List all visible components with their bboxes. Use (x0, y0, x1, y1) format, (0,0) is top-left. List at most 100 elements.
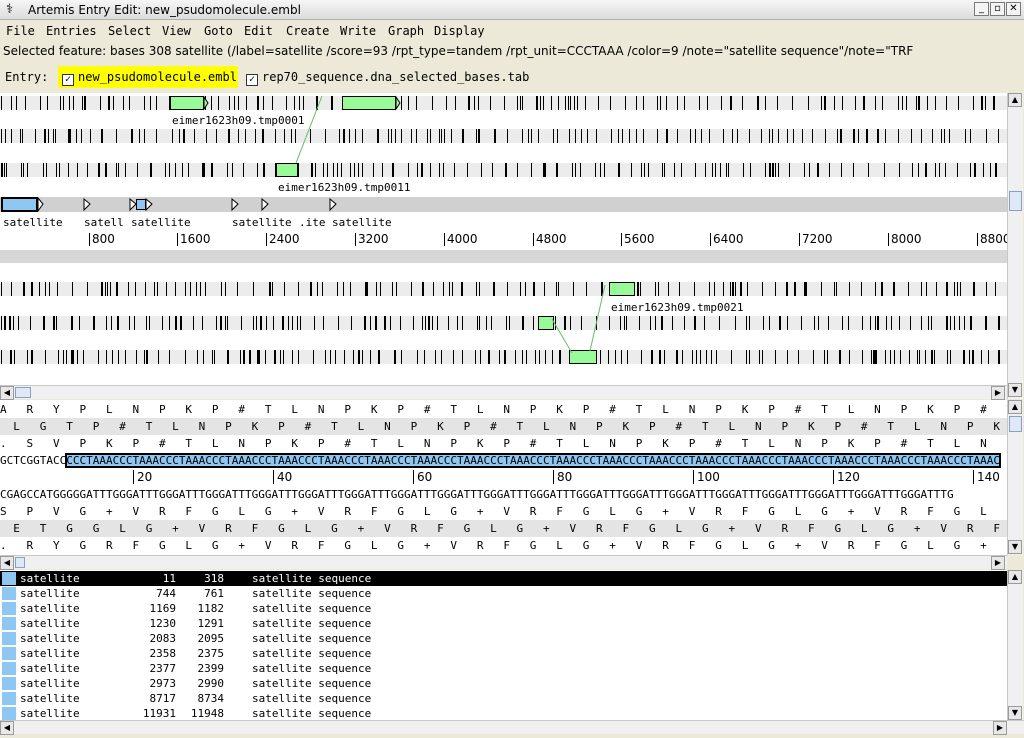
forward-dna-strand[interactable]: GCTCGGTACCCCCTAAACCCTAAACCCTAAACCCTAAACC… (0, 452, 1007, 469)
feature-overview-panel[interactable]: eimer1623h09.tmp0001 eimer1623h09.tmp001… (0, 93, 1007, 385)
entry-new-psudomolecule[interactable]: ✓ new_psudomolecule.embl (58, 66, 238, 88)
feature-label: eimer1623h09.tmp0001 (172, 114, 305, 127)
feature-start: 11 (162, 572, 176, 585)
menu-display[interactable]: Display (434, 23, 485, 39)
satellite-label: satellite (131, 216, 191, 229)
feature-start: 11931 (142, 707, 176, 720)
feature-list-vertical-scrollbar[interactable]: ▲ ▼ (1007, 570, 1023, 720)
scroll-up-icon[interactable]: ▲ (1008, 570, 1022, 584)
checkbox-checked-icon[interactable]: ✓ (246, 74, 258, 86)
feature-key: satellite (20, 707, 80, 720)
overview-horizontal-scrollbar[interactable]: ◀ ▶ (0, 385, 1007, 400)
entry-rep70-sequence[interactable]: ✓ rep70_sequence.dna_selected_bases.tab (242, 66, 532, 88)
feature-start: 1230 (149, 617, 177, 630)
dna-selected-region[interactable]: CCCTAAACCCTAAACCCTAAACCCTAAACCCTAAACCCTA… (65, 453, 1002, 468)
feature-list-row[interactable]: satellite 2358 2375 satellite sequence (0, 646, 1007, 661)
overview-vertical-scrollbar[interactable]: ▲ ▼ (1007, 93, 1023, 399)
feature-color-swatch (2, 617, 16, 630)
menu-write[interactable]: Write (340, 23, 376, 39)
feature-end: 318 (204, 572, 224, 585)
menu-graph[interactable]: Graph (388, 23, 424, 39)
feature-list-row[interactable]: satellite 11 318 satellite sequence (0, 571, 1007, 586)
entry-name: rep70_sequence.dna_selected_bases.tab (262, 70, 530, 84)
menu-file[interactable]: File (6, 23, 35, 39)
ruler-tick: 7200 (799, 233, 833, 246)
feature-list-row[interactable]: satellite 2083 2095 satellite sequence (0, 631, 1007, 646)
base-view-horizontal-scrollbar[interactable]: ◀ ▶ (0, 555, 1007, 570)
scroll-up-icon[interactable]: ▲ (1008, 400, 1022, 414)
ruler-tick: 4800 (533, 233, 567, 246)
feature-list-row[interactable]: satellite 8717 8734 satellite sequence (0, 691, 1007, 706)
feature-note: satellite sequence (252, 587, 372, 600)
menu-create[interactable]: Create (286, 23, 329, 39)
feature-note: satellite sequence (252, 662, 372, 675)
menu-goto[interactable]: Goto (204, 23, 233, 39)
minimize-button[interactable]: _ (974, 2, 989, 16)
feature-note: satellite sequence (252, 707, 372, 720)
feature-color-swatch (2, 632, 16, 645)
feature-note: satellite sequence (252, 647, 372, 660)
feature-color-swatch (2, 707, 16, 720)
feature-list[interactable]: satellite 11 318 satellite sequence satellit… (0, 570, 1007, 720)
scroll-down-icon[interactable]: ▼ (1008, 383, 1022, 397)
entry-label: Entry: (5, 70, 49, 84)
feature-key: satellite (20, 692, 80, 705)
scroll-right-icon[interactable]: ▶ (993, 721, 1007, 735)
menu-select[interactable]: Select (108, 23, 151, 39)
feature-end: 2095 (197, 632, 225, 645)
scroll-left-icon[interactable]: ◀ (0, 721, 14, 735)
feature-color-swatch (2, 602, 16, 615)
base-sequence-view[interactable]: A R Y P L N P K P # T L N P K P # T L N … (0, 400, 1007, 555)
feature-list-row[interactable]: satellite 1169 1182 satellite sequence (0, 601, 1007, 616)
feature-start: 8717 (149, 692, 177, 705)
ruler-tick: 4000 (444, 233, 478, 246)
scroll-thumb[interactable] (1009, 191, 1022, 211)
forward-frame-3: . S V P K P # T L N P K P # T L N P K P … (0, 437, 1007, 450)
scroll-thumb[interactable] (15, 387, 31, 398)
menu-entries[interactable]: Entries (46, 23, 97, 39)
ruler-tick: 5600 (621, 233, 655, 246)
feature-list-row[interactable]: satellite 11931 11948 satellite sequence (0, 706, 1007, 720)
feature-list-row[interactable]: satellite 2377 2399 satellite sequence (0, 661, 1007, 676)
reverse-frame-2: E T G G L G + V R F G L G + V R F G L G … (0, 520, 1007, 537)
feature-connector-lines (37, 95, 606, 354)
scroll-thumb[interactable] (15, 557, 25, 568)
feature-list-row[interactable]: satellite 744 761 satellite sequence (0, 586, 1007, 601)
entry-name: new_psudomolecule.embl (78, 70, 237, 84)
ruler-tick: 2400 (266, 233, 300, 246)
feature-color-swatch (2, 692, 16, 705)
feature-start: 2973 (149, 677, 177, 690)
feature-list-row[interactable]: satellite 1230 1291 satellite sequence (0, 616, 1007, 631)
feature-note: satellite sequence (252, 677, 372, 690)
feature-list-horizontal-scrollbar[interactable]: ◀ ▶ (0, 720, 1024, 735)
satellite-label: satellite (232, 216, 292, 229)
scroll-right-icon[interactable]: ▶ (991, 556, 1005, 570)
reverse-dna-strand[interactable]: CGAGCCATGGGGGATTTGGGATTTGGGATTTGGGATTTGG… (0, 486, 1007, 503)
scroll-right-icon[interactable]: ▶ (991, 386, 1005, 400)
scroll-left-icon[interactable]: ◀ (0, 556, 14, 570)
feature-list-row[interactable]: satellite 2973 2990 satellite sequence (0, 676, 1007, 691)
forward-frame-2: L G T P # T L N P K P # T L N P K P # T … (0, 418, 1007, 435)
feature-color-swatch (2, 587, 16, 600)
feature-end: 2399 (197, 662, 225, 675)
menu-view[interactable]: View (162, 23, 191, 39)
scroll-thumb[interactable] (1009, 416, 1022, 432)
scroll-left-icon[interactable]: ◀ (0, 386, 14, 400)
checkbox-checked-icon[interactable]: ✓ (62, 74, 74, 86)
feature-key: satellite (20, 632, 80, 645)
base-view-vertical-scrollbar[interactable]: ▲ ▼ (1007, 400, 1023, 555)
feature-end: 761 (204, 587, 224, 600)
feature-label: eimer1623h09.tmp0011 (278, 181, 411, 194)
title-bar: ⚕ Artemis Entry Edit: new_psudomolecule.… (0, 0, 1024, 20)
maximize-button[interactable]: ▫ (990, 2, 1005, 16)
base-ruler-tick: 20 (133, 470, 152, 484)
feature-note: satellite sequence (252, 617, 372, 630)
scroll-down-icon[interactable]: ▼ (1008, 540, 1022, 554)
scroll-up-icon[interactable]: ▲ (1008, 93, 1022, 107)
close-button[interactable]: ✕ (1006, 2, 1021, 16)
menu-edit[interactable]: Edit (244, 23, 273, 39)
feature-note: satellite sequence (252, 602, 372, 615)
scroll-down-icon[interactable]: ▼ (1008, 706, 1022, 720)
feature-start: 2083 (149, 632, 177, 645)
satellite-label: satellite (332, 216, 392, 229)
